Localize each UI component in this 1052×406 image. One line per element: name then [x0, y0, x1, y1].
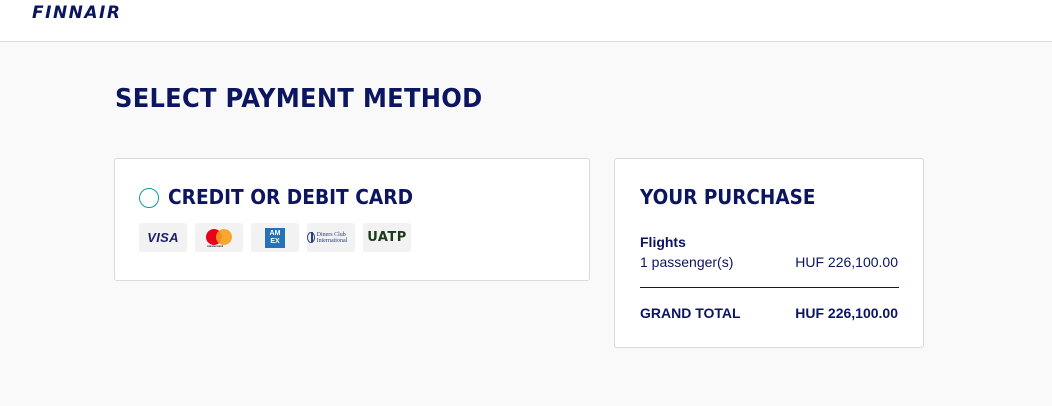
grand-total-value: HUF 226,100.00 [795, 305, 898, 321]
amex-logo-text: AM EX [265, 227, 285, 248]
mastercard-logo-icon: mastercard [195, 223, 243, 252]
page-title: SELECT PAYMENT METHOD [115, 84, 483, 114]
top-bar: FINNAIR [0, 0, 1052, 42]
credit-card-radio[interactable] [139, 188, 159, 208]
passenger-count: 1 passenger(s) [640, 254, 734, 270]
amex-logo-icon: AM EX [251, 223, 299, 252]
summary-divider [640, 287, 899, 288]
payment-method-card[interactable]: CREDIT OR DEBIT CARD VISA mastercard AM … [114, 158, 590, 281]
uatp-logo-text: UATP [367, 230, 407, 245]
visa-logo-text: VISA [147, 230, 179, 245]
purchase-title: YOUR PURCHASE [640, 185, 816, 209]
mastercard-logo-text: mastercard [207, 243, 224, 248]
finnair-logo[interactable]: FINNAIR [32, 3, 121, 23]
diners-logo-text: Diners Club International [316, 231, 348, 244]
flights-label: Flights [640, 234, 686, 250]
visa-logo-icon: VISA [139, 223, 187, 252]
credit-card-option-label[interactable]: CREDIT OR DEBIT CARD [168, 185, 413, 209]
grand-total-label: GRAND TOTAL [640, 305, 741, 321]
card-brand-logos: VISA mastercard AM EX Diners Club Intern… [139, 223, 411, 252]
flights-price: HUF 226,100.00 [795, 254, 898, 270]
diners-club-logo-icon: Diners Club International [307, 223, 355, 252]
uatp-logo-icon: UATP [363, 223, 411, 252]
purchase-summary-card: YOUR PURCHASE Flights 1 passenger(s) HUF… [614, 158, 924, 348]
